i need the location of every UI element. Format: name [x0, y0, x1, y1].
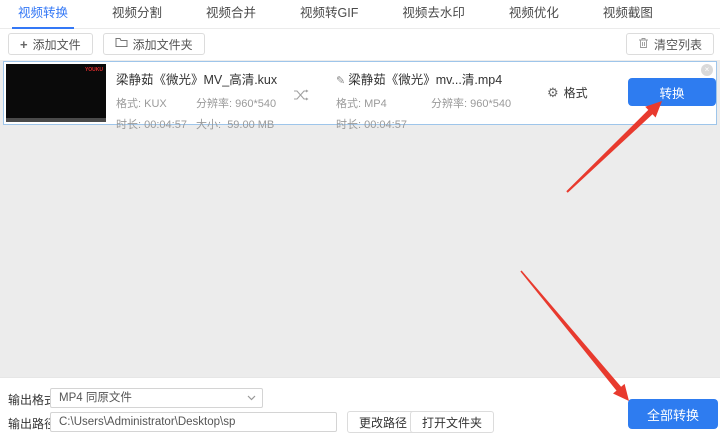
- source-resolution: 分辨率: 960*540: [196, 98, 277, 110]
- convert-button[interactable]: 转换: [628, 78, 716, 106]
- format-settings-label: 格式: [563, 86, 588, 100]
- trash-icon: [638, 37, 649, 52]
- change-path-button[interactable]: 更改路径: [347, 411, 420, 433]
- chevron-down-icon: [247, 395, 256, 401]
- output-duration: 时长: 00:04:57: [336, 119, 407, 131]
- output-format-label: 输出格式: [8, 393, 57, 407]
- convert-all-button[interactable]: 全部转换: [628, 399, 718, 429]
- output-format-value: MP4 同原文件: [59, 392, 132, 404]
- row-close-icon[interactable]: ×: [701, 64, 713, 76]
- source-size: 大小: 59.00 MB: [196, 119, 275, 131]
- convert-direction-icon: [293, 88, 309, 107]
- youku-logo: YOUKU: [84, 67, 103, 73]
- clear-list-label: 清空列表: [653, 37, 702, 52]
- source-format: 格式: KUX: [116, 98, 167, 110]
- tab-video-watermark-remove[interactable]: 视频去水印: [402, 0, 465, 29]
- clear-list-button[interactable]: 清空列表: [625, 33, 714, 55]
- output-path-label: 输出路径: [8, 417, 57, 431]
- folder-icon: [115, 37, 128, 51]
- output-filename[interactable]: ✎ 梁静茹《微光》mv...清.mp4: [336, 69, 511, 88]
- thumbnail-progress-strip: [6, 118, 106, 122]
- output-settings-panel: 输出格式 MP4 同原文件 输出路径 更改路径 打开文件夹 全部转换: [0, 377, 720, 436]
- output-format-select[interactable]: MP4 同原文件: [50, 388, 263, 408]
- tab-video-optimize[interactable]: 视频优化: [509, 0, 559, 29]
- tab-video-merge[interactable]: 视频合并: [206, 0, 256, 29]
- video-thumbnail: YOUKU: [6, 64, 106, 122]
- tab-video-screenshot[interactable]: 视频截图: [603, 0, 653, 29]
- tab-bar: 视频转换 视频分割 视频合并 视频转GIF 视频去水印 视频优化 视频截图: [0, 0, 720, 29]
- source-filename: 梁静茹《微光》MV_高清.kux: [116, 73, 278, 87]
- tab-video-split[interactable]: 视频分割: [112, 0, 162, 29]
- plus-icon: +: [20, 36, 28, 52]
- output-format: 格式: MP4: [336, 98, 387, 110]
- output-resolution: 分辨率: 960*540: [431, 98, 512, 110]
- source-duration: 时长: 00:04:57: [116, 119, 187, 131]
- output-path-input[interactable]: [50, 412, 337, 432]
- file-list-item[interactable]: YOUKU 梁静茹《微光》MV_高清.kux 格式: KUX 分辨率: 960*…: [3, 61, 717, 131]
- tab-video-convert[interactable]: 视频转换: [11, 0, 75, 29]
- source-file-info: 梁静茹《微光》MV_高清.kux 格式: KUX 分辨率: 960*540 时长…: [116, 69, 277, 137]
- open-folder-button[interactable]: 打开文件夹: [410, 411, 495, 433]
- output-file-info: ✎ 梁静茹《微光》mv...清.mp4 格式: MP4 分辨率: 960*540 …: [336, 69, 511, 137]
- add-file-label: 添加文件: [32, 37, 81, 52]
- add-file-button[interactable]: + 添加文件: [8, 33, 93, 55]
- add-folder-label: 添加文件夹: [132, 37, 193, 52]
- edit-pencil-icon[interactable]: ✎: [336, 75, 345, 87]
- tab-video-to-gif[interactable]: 视频转GIF: [300, 0, 358, 29]
- toolbar: + 添加文件 添加文件夹 清空列表: [0, 29, 720, 60]
- add-folder-button[interactable]: 添加文件夹: [102, 33, 205, 55]
- gear-icon: ⚙: [547, 84, 559, 100]
- format-settings-button[interactable]: ⚙ 格式: [547, 84, 588, 101]
